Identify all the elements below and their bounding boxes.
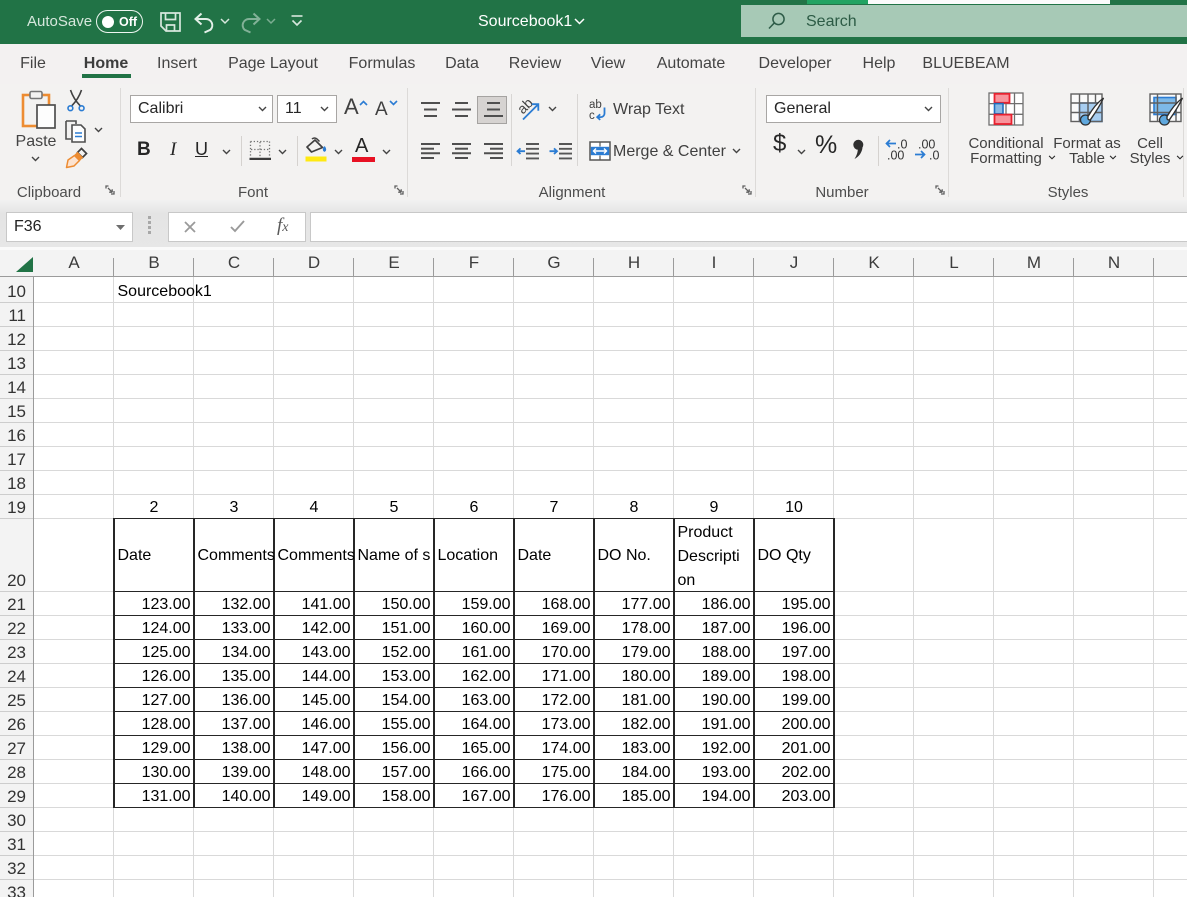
- svg-text:.0: .0: [929, 149, 939, 163]
- svg-text:ab: ab: [514, 94, 536, 116]
- svg-text:c: c: [589, 110, 595, 122]
- svg-text:.00: .00: [887, 149, 904, 163]
